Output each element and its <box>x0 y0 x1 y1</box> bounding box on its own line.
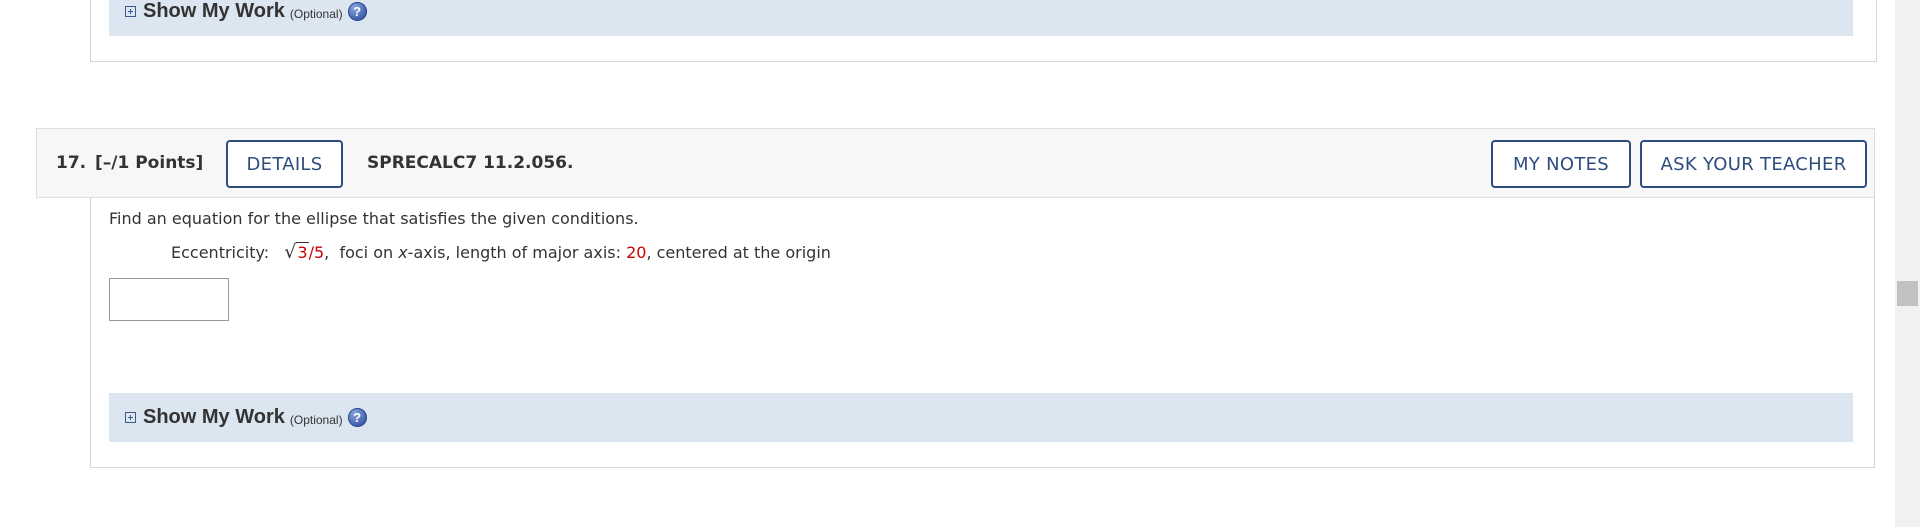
expand-plus-icon[interactable] <box>125 412 136 423</box>
question-prompt: Find an equation for the ellipse that sa… <box>109 209 639 228</box>
conditions-tail: , centered at the origin <box>646 243 831 262</box>
major-axis-value: 20 <box>626 243 647 262</box>
major-axis-text: -axis, length of major axis: <box>407 243 627 262</box>
eccentricity-value: √3 <box>284 241 309 263</box>
question-conditions: Eccentricity: √3/5, foci on x-axis, leng… <box>171 241 831 263</box>
ask-your-teacher-button[interactable]: ASK YOUR TEACHER <box>1640 140 1867 188</box>
question-id: SPRECALC7 11.2.056. <box>367 153 574 173</box>
show-my-work-bar[interactable]: Show My Work (Optional) ? <box>109 0 1853 36</box>
scrollbar-thumb[interactable] <box>1897 281 1918 306</box>
question-points: [–/1 Points] <box>95 153 204 173</box>
my-notes-button[interactable]: MY NOTES <box>1491 140 1631 188</box>
vertical-scrollbar[interactable] <box>1895 0 1920 527</box>
optional-label: (Optional) <box>289 7 343 21</box>
comma: , <box>324 243 330 262</box>
show-my-work-label[interactable]: Show My Work <box>143 406 285 429</box>
eccentricity-label: Eccentricity: <box>171 243 270 262</box>
show-my-work-label[interactable]: Show My Work <box>143 0 285 23</box>
foci-text: foci on <box>339 243 399 262</box>
expand-plus-icon[interactable] <box>125 6 136 17</box>
question-body: Find an equation for the ellipse that sa… <box>90 198 1875 468</box>
foci-variable: x <box>398 243 408 262</box>
show-my-work-bar[interactable]: Show My Work (Optional) ? <box>109 393 1853 442</box>
help-icon[interactable]: ? <box>347 2 367 21</box>
optional-label: (Optional) <box>289 413 343 427</box>
question-number: 17. <box>56 153 87 173</box>
radicand: 3 <box>296 242 309 262</box>
question-header: 17. [–/1 Points] DETAILS SPRECALC7 11.2.… <box>36 128 1875 198</box>
sqrt-icon: √ <box>284 241 297 263</box>
previous-question-card: Show My Work (Optional) ? <box>90 0 1877 62</box>
help-icon[interactable]: ? <box>347 408 367 427</box>
eccentricity-denominator: /5 <box>308 243 325 262</box>
answer-input[interactable] <box>109 278 229 321</box>
details-button[interactable]: DETAILS <box>226 140 343 188</box>
